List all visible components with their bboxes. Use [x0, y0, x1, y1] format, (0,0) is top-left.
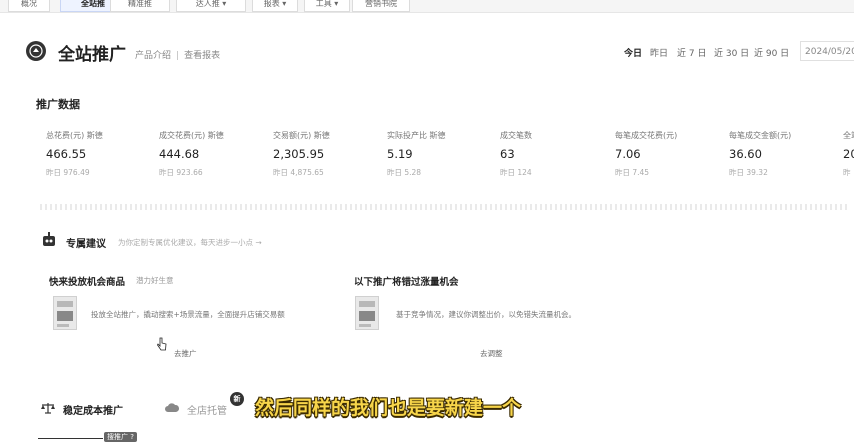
metric-label: 交易额(元) 斯德: [273, 131, 330, 140]
metric-previous: 昨日 39.32: [729, 168, 768, 177]
promotion-logo-icon: [26, 41, 46, 61]
metric-amount-per-deal: 每笔成交金额(元) 36.60 昨日 39.32: [729, 130, 839, 178]
advice-title: 专属建议: [66, 239, 106, 250]
opportunity-card-tag: 潜力好生意: [136, 276, 174, 285]
tab-stable-cost-promotion[interactable]: 稳定成本推广: [63, 402, 123, 417]
product-thumbnail: [355, 296, 379, 330]
metric-label: 实际投产比 斯德: [387, 131, 446, 140]
tab-reports[interactable]: 报表 ▾: [252, 0, 298, 12]
range-90-days[interactable]: 近 90 日: [754, 46, 789, 59]
metric-label: 成交花费(元) 斯德: [159, 131, 224, 140]
metric-label: 每笔成交花费(元): [615, 131, 678, 140]
metric-previous: 昨日 976.49: [46, 168, 90, 177]
view-report-link[interactable]: 查看报表: [184, 51, 220, 61]
metric-cost-per-deal: 每笔成交花费(元) 7.06 昨日 7.45: [615, 130, 725, 178]
page-title: 全站推广: [58, 45, 126, 65]
tab-precise-promotion[interactable]: 精准推: [110, 0, 170, 12]
robot-icon: [40, 232, 58, 248]
hand-cursor-icon: [157, 337, 167, 351]
metric-previous: 昨日 124: [500, 168, 532, 177]
missed-opportunity-card-title: 以下推广将错过涨量机会: [354, 277, 459, 288]
metric-value: 466.55: [46, 147, 87, 161]
go-promote-link[interactable]: 去推广: [174, 348, 197, 359]
tab-influencer-promotion[interactable]: 达人推 ▾: [176, 0, 246, 12]
product-intro-link[interactable]: 产品介绍: [135, 51, 171, 61]
opportunity-card-title: 快来投放机会商品: [49, 277, 126, 288]
tab-tools[interactable]: 工具 ▾: [304, 0, 350, 12]
tab-marketing-academy[interactable]: 营销书院: [352, 0, 410, 12]
top-nav-bar: 概况 全站推 精准推 达人推 ▾ 报表 ▾ 工具 ▾ 营销书院: [0, 0, 854, 13]
metric-deal-count: 成交笔数 63 昨日 124: [500, 130, 610, 178]
metrics-section-title: 推广数据: [36, 98, 80, 111]
opportunity-card-description: 投放全站推广，撬动搜索+场景流量，全面提升店铺交易额: [91, 310, 285, 319]
missed-opportunity-card-description: 基于竞争情况，建议你调整出价，以免错失流量机会。: [396, 310, 576, 319]
collapsed-metrics-placeholder: [40, 204, 850, 210]
metric-previous: 昨日 923.66: [159, 168, 203, 177]
range-7-days[interactable]: 近 7 日: [677, 46, 706, 59]
metric-label: 全站: [843, 131, 854, 140]
video-subtitle: 然后同样的我们也是要新建一个: [255, 397, 522, 419]
metric-roi: 实际投产比 斯德 5.19 昨日 5.28: [387, 130, 497, 178]
new-badge: 新: [230, 392, 244, 406]
cloud-icon: [165, 403, 180, 412]
metric-previous: 昨日 4,875.65: [273, 168, 324, 177]
metric-truncated: 全站 20 昨: [843, 130, 854, 178]
metric-value: 36.60: [729, 147, 762, 161]
metric-previous: 昨日 7.45: [615, 168, 650, 177]
metric-total-cost: 总花费(元) 斯德 466.55 昨日 976.49: [46, 130, 156, 178]
tab-overview[interactable]: 概况: [8, 0, 50, 12]
metric-deal-cost: 成交花费(元) 斯德 444.68 昨日 923.66: [159, 130, 269, 178]
go-adjust-link[interactable]: 去调整: [480, 348, 503, 359]
tab-store-hosting[interactable]: 全店托管: [187, 402, 227, 417]
metric-value: 7.06: [615, 147, 641, 161]
metric-label: 每笔成交金额(元): [729, 131, 792, 140]
divider: |: [176, 51, 180, 61]
metric-label: 成交笔数: [500, 131, 532, 140]
metric-label: 总花费(元) 斯德: [46, 131, 103, 140]
metric-previous: 昨日 5.28: [387, 168, 422, 177]
active-tab-underline: [38, 438, 103, 439]
metric-value: 5.19: [387, 147, 413, 161]
range-30-days[interactable]: 近 30 日: [714, 46, 749, 59]
metric-value: 2,305.95: [273, 147, 325, 161]
range-today[interactable]: 今日: [624, 46, 642, 59]
metric-previous: 昨: [843, 168, 851, 177]
title-links: 产品介绍 | 查看报表: [135, 48, 220, 61]
search-promotion-tag: 搜推广 ?: [104, 432, 137, 442]
metric-value: 20: [843, 147, 854, 161]
advice-subtitle[interactable]: 为你定制专属优化建议，每天进步一小点 →: [118, 237, 262, 248]
metric-transaction-amount: 交易额(元) 斯德 2,305.95 昨日 4,875.65: [273, 130, 383, 178]
date-picker-input[interactable]: 2024/05/20: [800, 41, 854, 61]
product-thumbnail: [53, 296, 77, 330]
metric-value: 63: [500, 147, 515, 161]
scale-icon: [41, 403, 55, 414]
range-yesterday[interactable]: 昨日: [650, 46, 668, 59]
metric-value: 444.68: [159, 147, 200, 161]
